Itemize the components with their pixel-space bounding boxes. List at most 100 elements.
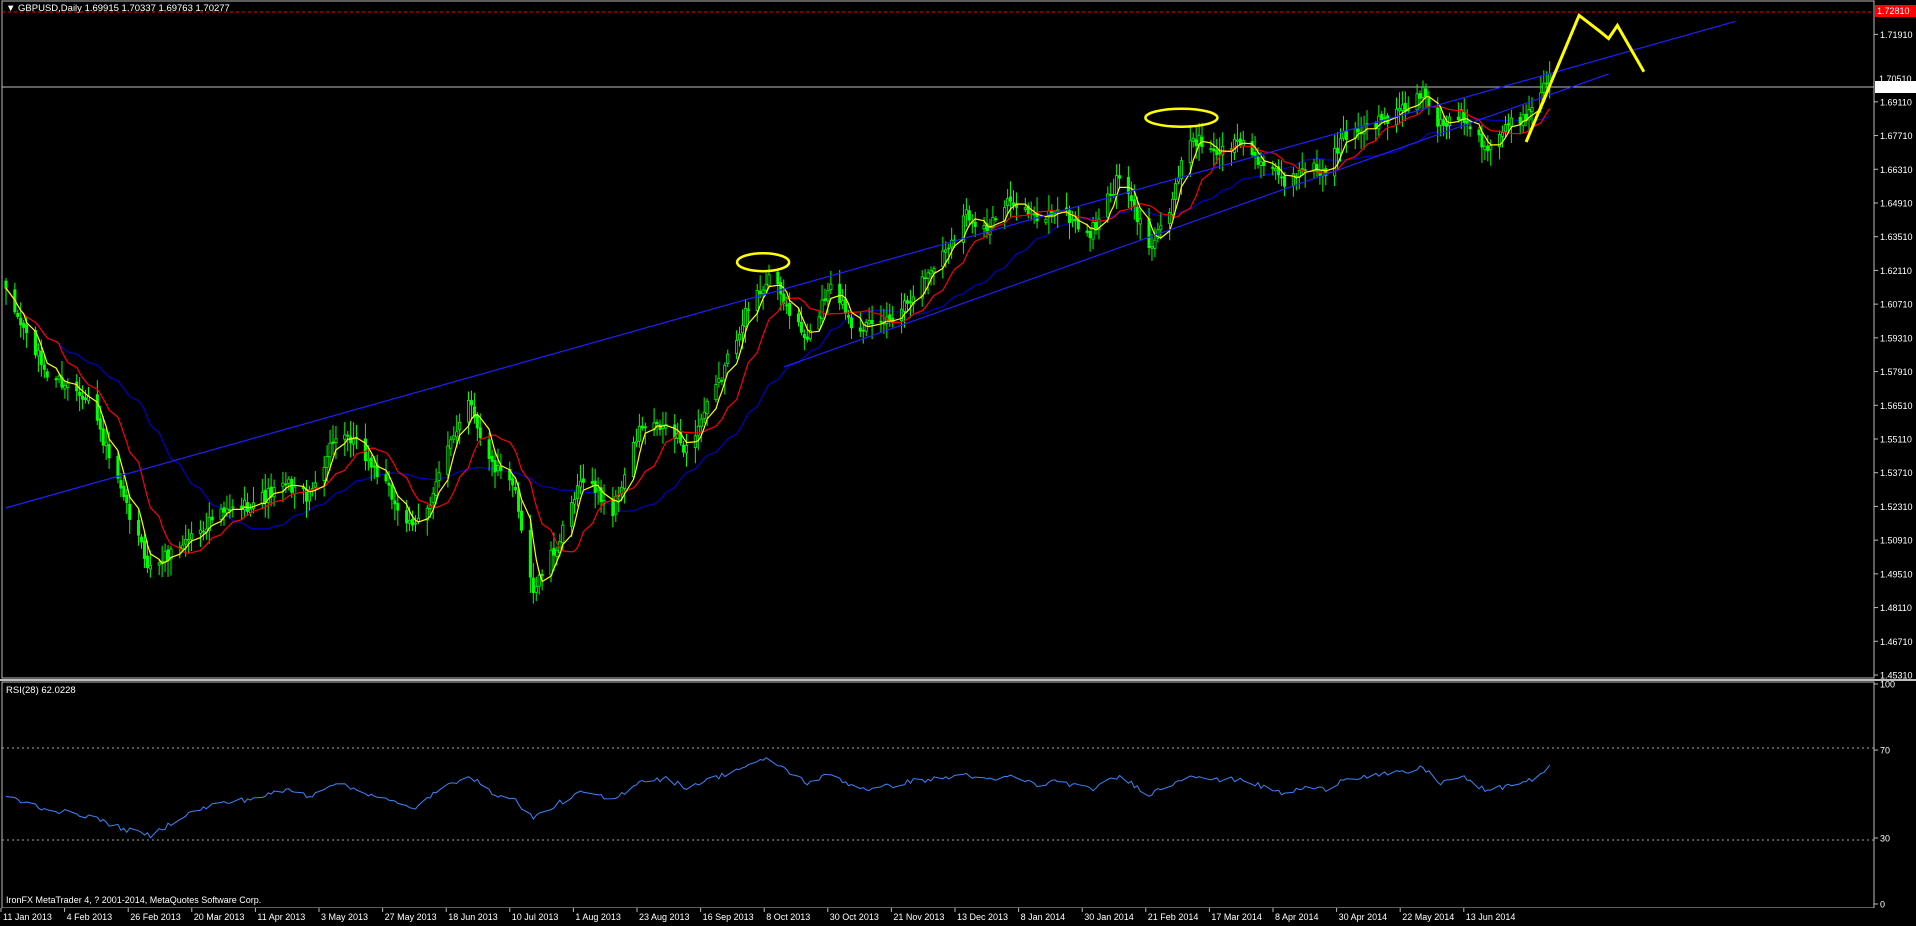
- candle-body: [499, 466, 503, 471]
- alert-price-label: 1.72810: [1875, 5, 1916, 17]
- candle-body: [125, 494, 129, 504]
- candle-body: [1259, 161, 1263, 166]
- time-tick-label: 20 Mar 2013: [194, 912, 245, 922]
- candle-body: [611, 497, 615, 517]
- chart-title-caption: ▼ GBPUSD,Daily 1.69915 1.70337 1.69763 1…: [6, 3, 230, 14]
- candle-body: [929, 270, 933, 275]
- candle-body: [767, 274, 771, 286]
- candle-body: [802, 334, 806, 338]
- candle-body: [139, 536, 144, 543]
- candle-body: [446, 445, 450, 475]
- time-tick-label: 23 Aug 2013: [639, 912, 690, 922]
- candle-body: [720, 379, 724, 382]
- candle-body: [1400, 104, 1404, 111]
- candle-body: [1126, 176, 1130, 194]
- candle-body: [528, 529, 532, 578]
- candle-body: [799, 321, 803, 333]
- candle-body: [1315, 164, 1319, 173]
- candle-body: [1439, 118, 1443, 126]
- candle-body: [325, 456, 329, 469]
- candle-body: [764, 283, 768, 291]
- candle-body: [81, 395, 85, 400]
- candle-body: [902, 300, 907, 312]
- candle-body: [1545, 82, 1549, 85]
- candle-body: [1091, 222, 1095, 240]
- candle-body: [643, 426, 647, 429]
- candle-body: [1006, 198, 1010, 207]
- candle-body: [517, 490, 521, 512]
- candle-body: [313, 482, 317, 488]
- price-tick-label: 1.50910: [1880, 536, 1913, 546]
- time-tick-label: 11 Apr 2013: [257, 912, 305, 922]
- candle-body: [1447, 116, 1452, 127]
- candle-body: [293, 486, 297, 495]
- candle-body: [964, 209, 968, 215]
- price-tick-label: 1.55110: [1880, 434, 1912, 444]
- candle-body: [228, 509, 232, 511]
- candle-body: [805, 336, 809, 340]
- price-tick-label: 1.53710: [1880, 468, 1913, 478]
- candle-body: [735, 340, 739, 355]
- candle-body: [475, 415, 479, 429]
- candle-body: [455, 431, 459, 438]
- candle-body: [1118, 175, 1122, 179]
- candle-body: [1215, 149, 1219, 156]
- candle-body: [84, 397, 88, 401]
- time-tick-label: 8 Oct 2013: [766, 912, 810, 922]
- candle-body: [119, 480, 123, 489]
- candle-body: [746, 309, 750, 312]
- candle-body: [888, 314, 892, 321]
- candle-body: [405, 510, 409, 524]
- candle-body: [1088, 230, 1092, 239]
- chart-window[interactable]: ▼ GBPUSD,Daily 1.69915 1.70337 1.69763 1…: [0, 0, 1916, 926]
- rsi-caption: RSI(28) 62.0228: [6, 685, 76, 696]
- candle-body: [458, 421, 462, 431]
- candle-body: [1356, 128, 1360, 133]
- candle-body: [469, 400, 473, 406]
- chart-background: [0, 0, 1916, 926]
- candle-body: [107, 444, 111, 459]
- candle-body: [1442, 119, 1446, 126]
- candle-body: [684, 445, 689, 454]
- candle-body: [322, 466, 326, 481]
- candle-body: [870, 320, 874, 324]
- candle-body: [78, 391, 82, 396]
- candle-body: [25, 324, 29, 334]
- candle-body: [190, 533, 194, 540]
- candle-body: [466, 399, 471, 423]
- rsi-tick-label: 30: [1880, 834, 1890, 844]
- candle-body: [1112, 193, 1116, 196]
- candle-body: [1318, 172, 1322, 176]
- candle-body: [849, 317, 854, 329]
- candle-body: [1174, 183, 1178, 200]
- candle-body: [328, 442, 332, 458]
- candle-body: [449, 439, 453, 449]
- candle-body: [640, 425, 644, 429]
- candle-body: [1542, 82, 1546, 94]
- price-tick-label: 1.64910: [1880, 198, 1913, 208]
- candle-body: [779, 281, 783, 295]
- candle-body: [184, 539, 188, 545]
- candle-body: [437, 472, 441, 481]
- price-tick-label: 1.48110: [1880, 603, 1912, 613]
- time-tick-label: 4 Feb 2013: [67, 912, 113, 922]
- candle-body: [658, 424, 662, 430]
- candle-body: [573, 499, 577, 505]
- candle-body: [1159, 225, 1163, 230]
- candle-body: [858, 327, 862, 332]
- candle-body: [1067, 210, 1072, 224]
- candle-body: [187, 539, 191, 542]
- candle-body: [1380, 113, 1384, 121]
- candle-body: [788, 303, 792, 316]
- candle-body: [201, 530, 205, 533]
- time-tick-label: 10 Jul 2013: [512, 912, 559, 922]
- candle-body: [369, 457, 373, 468]
- candle-body: [540, 573, 544, 577]
- candle-body: [142, 540, 146, 559]
- candle-body: [1477, 129, 1481, 136]
- candle-body: [128, 503, 132, 520]
- copyright-text: IronFX MetaTrader 4, ? 2001-2014, MetaQu…: [6, 895, 261, 905]
- time-tick-label: 30 Apr 2014: [1339, 912, 1388, 922]
- candle-body: [682, 444, 686, 453]
- time-tick-label: 3 May 2013: [321, 912, 368, 922]
